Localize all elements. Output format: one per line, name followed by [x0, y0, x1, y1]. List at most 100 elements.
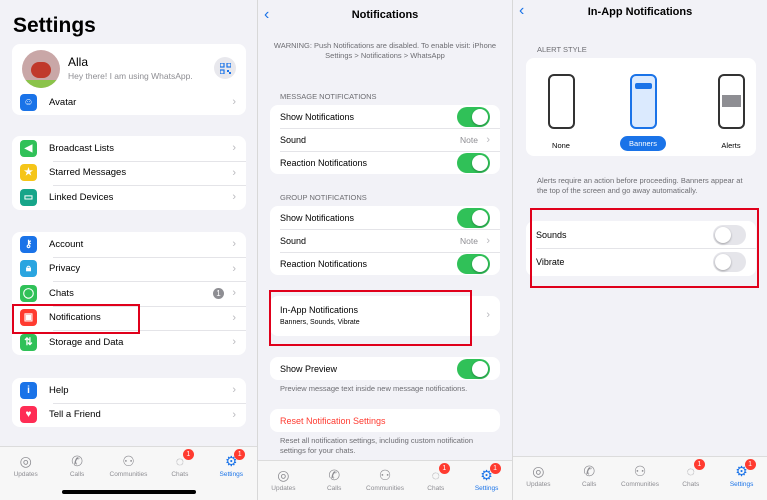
alert-style-note: Alerts require an action before proceedi… — [537, 176, 743, 195]
star-icon: ★ — [20, 164, 37, 182]
inapp-notifications-panel: ‹ In-App Notifications ALERT STYLE None … — [513, 0, 767, 500]
tab-label: Chats — [682, 481, 700, 488]
updates-icon: ◎ — [19, 452, 32, 469]
group-reaction-toggle[interactable] — [457, 253, 490, 274]
tab-communities[interactable]: ⚇ Communities — [618, 461, 662, 500]
row-label: Show Notifications — [280, 111, 355, 122]
phone-icon: ✆ — [328, 466, 341, 483]
tab-chats[interactable]: ◌ 1 Chats — [669, 459, 713, 500]
chevron-right-icon: › — [486, 133, 490, 146]
group-sound[interactable]: Sound Note › — [270, 229, 500, 252]
chats-badge: 1 — [693, 459, 705, 470]
whatsapp-icon: ◯ — [20, 284, 37, 302]
settings-item-chats[interactable]: ◯ Chats 1 › — [12, 281, 246, 306]
style-label: Alerts — [721, 141, 741, 150]
tab-label: Settings — [729, 481, 754, 488]
communities-icon: ⚇ — [378, 466, 392, 483]
message-reaction-notifications: Reaction Notifications — [270, 151, 500, 174]
tab-label: Updates — [13, 471, 38, 478]
settings-badge: 1 — [744, 459, 756, 470]
settings-item-label: Starred Messages — [49, 167, 127, 179]
tab-updates[interactable]: ◎ Updates — [4, 451, 48, 500]
chevron-right-icon: › — [232, 287, 236, 300]
tab-settings[interactable]: ⚙ 1 Settings — [465, 463, 509, 500]
reset-notification-settings[interactable]: Reset Notification Settings — [270, 409, 500, 432]
tab-settings[interactable]: ⚙ 1 Settings — [209, 449, 253, 500]
settings-item-label: Help — [49, 384, 69, 396]
settings-item-help[interactable]: i Help › — [12, 378, 246, 403]
tab-communities[interactable]: ⚇ Communities — [363, 465, 407, 500]
style-option-none[interactable]: None — [538, 74, 584, 150]
highlight-inapp-notifications — [269, 290, 472, 346]
settings-group-tools: ◀ Broadcast Lists › ★ Starred Messages ›… — [12, 136, 246, 210]
row-label: Reaction Notifications — [280, 258, 368, 269]
tab-calls[interactable]: ✆ Calls — [312, 465, 356, 500]
chevron-right-icon: › — [486, 234, 490, 247]
tab-label: Communities — [109, 471, 148, 478]
chats-count-badge: 1 — [213, 287, 224, 299]
sound-value: Note — [460, 134, 478, 145]
profile-card[interactable]: Alla Hey there! I am using WhatsApp. ☺ A… — [12, 44, 246, 115]
reset-note: Reset all notification settings, includi… — [280, 436, 474, 455]
preview-note: Preview message text inside new message … — [280, 384, 468, 393]
settings-badge: 1 — [489, 463, 501, 474]
tab-label: Updates — [271, 485, 296, 492]
gear-icon: ⚙ — [224, 452, 238, 469]
settings-item-account[interactable]: ⚷ Account › — [12, 232, 246, 257]
qr-code-button[interactable] — [214, 57, 236, 79]
phone-icon: ✆ — [583, 462, 596, 479]
qr-code-icon — [219, 62, 231, 74]
chevron-right-icon: › — [232, 384, 236, 397]
tab-updates[interactable]: ◎ Updates — [261, 465, 305, 500]
settings-item-broadcast-lists[interactable]: ◀ Broadcast Lists › — [12, 136, 246, 161]
message-sound[interactable]: Sound Note › — [270, 128, 500, 151]
show-preview-group: Show Preview — [270, 357, 500, 380]
message-reaction-toggle[interactable] — [457, 152, 490, 173]
gear-icon: ⚙ — [480, 466, 493, 483]
avatar[interactable] — [22, 50, 60, 88]
row-label: Show Preview — [280, 363, 338, 374]
avatar-icon: ☺ — [20, 93, 37, 111]
tab-label: Chats — [427, 485, 445, 492]
laptop-icon: ▭ — [20, 188, 37, 206]
settings-item-label: Broadcast Lists — [49, 142, 114, 154]
chevron-right-icon: › — [232, 262, 236, 275]
tab-label: Updates — [526, 481, 551, 488]
settings-item-privacy[interactable]: 🔒︎ Privacy › — [12, 256, 246, 282]
tab-label: Settings — [219, 471, 244, 478]
tab-label: Calls — [581, 481, 597, 488]
show-preview-row: Show Preview — [270, 357, 500, 380]
communities-icon: ⚇ — [633, 462, 647, 479]
page-title: Notifications — [351, 9, 419, 21]
tab-settings[interactable]: ⚙ 1 Settings — [720, 459, 764, 500]
settings-item-starred-messages[interactable]: ★ Starred Messages › — [12, 160, 246, 186]
tab-chats[interactable]: ◌ 1 Chats — [414, 463, 458, 500]
style-option-alerts[interactable]: Alerts — [708, 74, 754, 150]
chevron-right-icon: › — [232, 336, 236, 349]
key-icon: ⚷ — [20, 235, 37, 253]
tab-bar: ◎ Updates ✆ Calls ⚇ Communities ◌ 1 Chats ⚙ 1 S… — [513, 456, 767, 500]
chat-bubble-icon: ◌ — [175, 453, 185, 469]
group-show-notifications: Show Notifications — [270, 206, 500, 229]
settings-item-label: Account — [49, 238, 84, 250]
tab-label: Communities — [621, 481, 659, 488]
message-show-toggle[interactable] — [457, 106, 490, 127]
home-indicator — [61, 490, 196, 494]
style-option-banners[interactable]: Banners — [618, 74, 668, 151]
settings-item-avatar[interactable]: ☺ Avatar › — [12, 90, 246, 115]
page-title: In-App Notifications — [587, 6, 693, 18]
group-show-toggle[interactable] — [457, 207, 490, 228]
show-preview-toggle[interactable] — [457, 358, 490, 379]
settings-item-tell-a-friend[interactable]: ♥ Tell a Friend › — [12, 402, 246, 428]
phone-none-icon — [547, 74, 575, 129]
communities-icon: ⚇ — [122, 452, 135, 469]
message-notifications-group: Show Notifications Sound Note › Reaction… — [270, 105, 500, 174]
lock-icon: 🔒︎ — [20, 260, 37, 278]
tab-updates[interactable]: ◎ Updates — [516, 461, 560, 500]
tab-calls[interactable]: ✆ Calls — [567, 461, 611, 500]
settings-item-label: Avatar — [49, 96, 77, 108]
phone-banner-icon — [629, 74, 657, 129]
settings-item-linked-devices[interactable]: ▭ Linked Devices › — [12, 185, 246, 210]
reset-label: Reset Notification Settings — [280, 415, 386, 426]
gear-icon: ⚙ — [735, 462, 748, 479]
